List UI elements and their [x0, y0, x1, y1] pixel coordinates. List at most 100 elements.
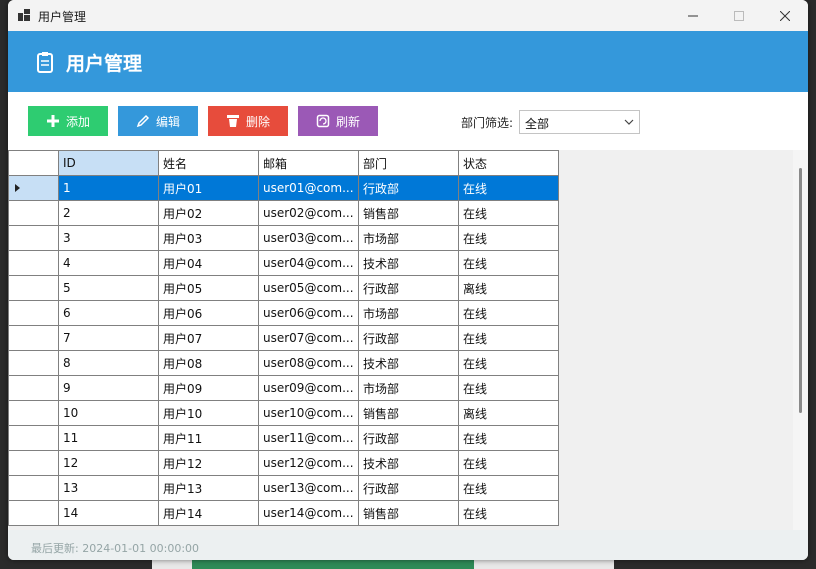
cell-status[interactable]: 在线	[458, 250, 559, 276]
row-header[interactable]	[8, 425, 59, 451]
cell-name[interactable]: 用户03	[158, 225, 259, 251]
cell-department[interactable]: 行政部	[358, 275, 459, 301]
cell-id[interactable]: 2	[58, 200, 159, 226]
cell-department[interactable]: 销售部	[358, 500, 459, 526]
delete-button[interactable]: 删除	[208, 106, 288, 136]
table-row[interactable]: 8 用户08 user08@com... 技术部 在线	[8, 350, 559, 376]
cell-id[interactable]: 14	[58, 500, 159, 526]
cell-status[interactable]: 在线	[458, 475, 559, 501]
cell-department[interactable]: 技术部	[358, 350, 459, 376]
cell-id[interactable]: 12	[58, 450, 159, 476]
cell-email[interactable]: user06@com...	[258, 300, 359, 326]
cell-status[interactable]: 在线	[458, 425, 559, 451]
cell-name[interactable]: 用户07	[158, 325, 259, 351]
cell-status[interactable]: 在线	[458, 300, 559, 326]
table-row[interactable]: 14 用户14 user14@com... 销售部 在线	[8, 500, 559, 526]
vertical-scrollbar[interactable]	[793, 150, 808, 530]
table-row[interactable]: 11 用户11 user11@com... 行政部 在线	[8, 425, 559, 451]
cell-department[interactable]: 技术部	[358, 250, 459, 276]
table-row[interactable]: 12 用户12 user12@com... 技术部 在线	[8, 450, 559, 476]
cell-name[interactable]: 用户04	[158, 250, 259, 276]
table-row[interactable]: 6 用户06 user06@com... 市场部 在线	[8, 300, 559, 326]
cell-department[interactable]: 技术部	[358, 450, 459, 476]
cell-department[interactable]: 市场部	[358, 375, 459, 401]
add-button[interactable]: 添加	[28, 106, 108, 136]
row-header[interactable]	[8, 225, 59, 251]
table-row[interactable]: 5 用户05 user05@com... 行政部 离线	[8, 275, 559, 301]
cell-department[interactable]: 行政部	[358, 475, 459, 501]
cell-name[interactable]: 用户11	[158, 425, 259, 451]
row-header[interactable]	[8, 350, 59, 376]
cell-department[interactable]: 销售部	[358, 400, 459, 426]
refresh-button[interactable]: 刷新	[298, 106, 378, 136]
cell-id[interactable]: 1	[58, 175, 159, 201]
cell-email[interactable]: user09@com...	[258, 375, 359, 401]
table-row[interactable]: 7 用户07 user07@com... 行政部 在线	[8, 325, 559, 351]
cell-email[interactable]: user10@com...	[258, 400, 359, 426]
row-header[interactable]	[8, 275, 59, 301]
cell-id[interactable]: 7	[58, 325, 159, 351]
cell-email[interactable]: user08@com...	[258, 350, 359, 376]
table-row[interactable]: 10 用户10 user10@com... 销售部 离线	[8, 400, 559, 426]
cell-name[interactable]: 用户09	[158, 375, 259, 401]
cell-status[interactable]: 离线	[458, 400, 559, 426]
cell-department[interactable]: 行政部	[358, 425, 459, 451]
cell-status[interactable]: 在线	[458, 350, 559, 376]
cell-email[interactable]: user01@com...	[258, 175, 359, 201]
cell-email[interactable]: user14@com...	[258, 500, 359, 526]
cell-id[interactable]: 10	[58, 400, 159, 426]
row-header[interactable]	[8, 450, 59, 476]
row-header[interactable]	[8, 200, 59, 226]
cell-department[interactable]: 行政部	[358, 325, 459, 351]
cell-name[interactable]: 用户13	[158, 475, 259, 501]
cell-id[interactable]: 13	[58, 475, 159, 501]
cell-name[interactable]: 用户10	[158, 400, 259, 426]
cell-email[interactable]: user05@com...	[258, 275, 359, 301]
cell-id[interactable]: 8	[58, 350, 159, 376]
cell-department[interactable]: 行政部	[358, 175, 459, 201]
cell-name[interactable]: 用户05	[158, 275, 259, 301]
cell-id[interactable]: 3	[58, 225, 159, 251]
cell-status[interactable]: 在线	[458, 175, 559, 201]
minimize-button[interactable]	[670, 0, 716, 31]
table-row[interactable]: 13 用户13 user13@com... 行政部 在线	[8, 475, 559, 501]
cell-email[interactable]: user07@com...	[258, 325, 359, 351]
cell-department[interactable]: 销售部	[358, 200, 459, 226]
row-header[interactable]	[8, 300, 59, 326]
scrollbar-thumb[interactable]	[799, 168, 802, 413]
column-header-status[interactable]: 状态	[458, 150, 559, 176]
column-header-id[interactable]: ID	[58, 150, 159, 176]
cell-name[interactable]: 用户02	[158, 200, 259, 226]
table-row[interactable]: 4 用户04 user04@com... 技术部 在线	[8, 250, 559, 276]
column-header-department[interactable]: 部门	[358, 150, 459, 176]
cell-email[interactable]: user13@com...	[258, 475, 359, 501]
close-button[interactable]	[762, 0, 808, 31]
row-header[interactable]	[8, 500, 59, 526]
row-header[interactable]	[8, 325, 59, 351]
cell-id[interactable]: 6	[58, 300, 159, 326]
cell-id[interactable]: 11	[58, 425, 159, 451]
cell-email[interactable]: user03@com...	[258, 225, 359, 251]
row-header[interactable]	[8, 475, 59, 501]
department-filter-select[interactable]: 全部	[519, 110, 640, 134]
cell-status[interactable]: 离线	[458, 275, 559, 301]
cell-id[interactable]: 4	[58, 250, 159, 276]
user-grid[interactable]: ID 姓名 邮箱 部门 状态 1 用户01 user01@com... 行政部 在线 2 用…	[8, 150, 793, 530]
table-row[interactable]: 3 用户03 user03@com... 市场部 在线	[8, 225, 559, 251]
cell-email[interactable]: user12@com...	[258, 450, 359, 476]
cell-name[interactable]: 用户06	[158, 300, 259, 326]
cell-status[interactable]: 在线	[458, 225, 559, 251]
column-header-name[interactable]: 姓名	[158, 150, 259, 176]
edit-button[interactable]: 编辑	[118, 106, 198, 136]
cell-department[interactable]: 市场部	[358, 225, 459, 251]
table-row[interactable]: 9 用户09 user09@com... 市场部 在线	[8, 375, 559, 401]
cell-name[interactable]: 用户01	[158, 175, 259, 201]
cell-status[interactable]: 在线	[458, 200, 559, 226]
row-header[interactable]	[8, 400, 59, 426]
cell-email[interactable]: user04@com...	[258, 250, 359, 276]
cell-id[interactable]: 5	[58, 275, 159, 301]
cell-status[interactable]: 在线	[458, 450, 559, 476]
table-row[interactable]: 1 用户01 user01@com... 行政部 在线	[8, 175, 559, 201]
maximize-button[interactable]	[716, 0, 762, 31]
cell-email[interactable]: user02@com...	[258, 200, 359, 226]
